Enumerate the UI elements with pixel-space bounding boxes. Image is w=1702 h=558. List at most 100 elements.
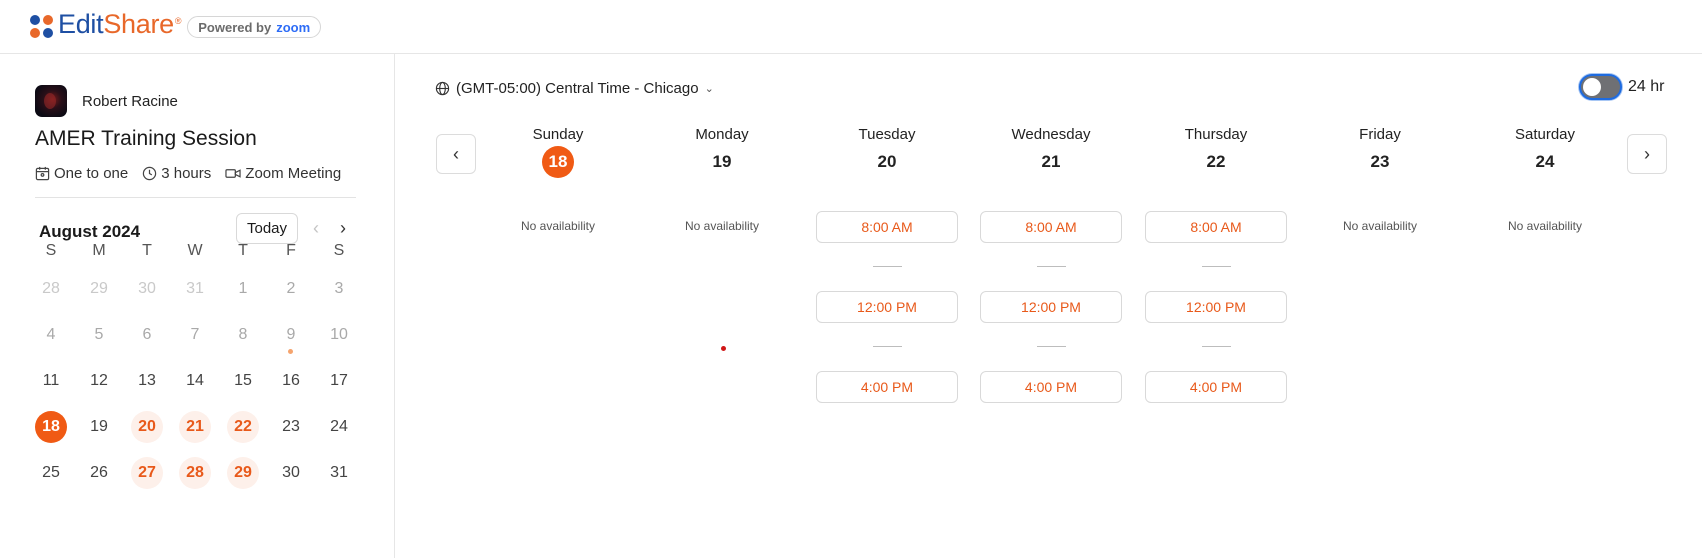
calendar-day[interactable]: 26: [75, 450, 123, 496]
calendar-day: 4: [46, 326, 56, 343]
calendar-day-available[interactable]: 22: [219, 404, 267, 450]
calendar-day[interactable]: 11: [27, 358, 75, 404]
day-number: 24: [1535, 152, 1555, 171]
calendar-day: 7: [190, 326, 200, 343]
day-name: Friday: [1359, 126, 1401, 143]
slot-separator: [873, 346, 902, 347]
time-slot-button[interactable]: 12:00 PM: [980, 291, 1122, 323]
day-name: Tuesday: [858, 126, 916, 143]
weekday-header: S: [333, 242, 345, 259]
clock-icon: [143, 166, 157, 181]
slot-separator: [1202, 346, 1231, 347]
calendar-day[interactable]: 24: [315, 404, 363, 450]
slot-separator: [1202, 266, 1231, 267]
event-details-panel: Robert Racine AMER Training Session One …: [0, 54, 395, 558]
timezone-selector[interactable]: (GMT-05:00) Central Time - Chicago ⌄: [435, 80, 714, 97]
calendar-day[interactable]: 17: [315, 358, 363, 404]
calendar-day[interactable]: 23: [267, 404, 315, 450]
weekday-header: F: [286, 242, 296, 259]
time-slot-button[interactable]: 12:00 PM: [1145, 291, 1287, 323]
chevron-right-icon: ›: [1644, 143, 1650, 164]
chevron-left-icon: ‹: [453, 143, 459, 164]
day-number-selected: 18: [542, 146, 574, 178]
24hr-label: 24 hr: [1628, 78, 1665, 95]
calendar-day[interactable]: 25: [27, 450, 75, 496]
calendar-day-available[interactable]: 29: [219, 450, 267, 496]
calendar-day-available[interactable]: 27: [123, 450, 171, 496]
calendar-day[interactable]: 13: [123, 358, 171, 404]
day-number: 21: [1041, 152, 1061, 171]
slot-separator: [1037, 346, 1066, 347]
day-column-sunday: Sunday 18: [487, 126, 629, 178]
calendar-user-icon: [35, 166, 50, 181]
time-slot-button[interactable]: 8:00 AM: [1145, 211, 1287, 243]
calendar-week-row: 28 29 30 31 1 2 3: [27, 266, 365, 312]
previous-week-button[interactable]: ‹: [436, 134, 476, 174]
calendar-day: 6: [142, 326, 152, 343]
calendar-day[interactable]: 14: [171, 358, 219, 404]
editshare-logo[interactable]: EditShare® Powered by zoom: [30, 9, 322, 42]
weekday-header: T: [238, 242, 248, 259]
calendar-week-row: 18 19 20 21 22 23 24: [27, 404, 365, 450]
calendar-day: 30: [138, 280, 156, 297]
day-column-tuesday: Tuesday 20: [816, 126, 958, 177]
day-name: Wednesday: [1011, 126, 1091, 143]
day-number: 22: [1206, 152, 1226, 171]
meeting-type: One to one: [35, 165, 128, 182]
host-info: Robert Racine: [35, 85, 178, 117]
weekday-header: W: [187, 242, 203, 259]
calendar-day-selected[interactable]: 18: [27, 404, 75, 450]
chevron-down-icon: ⌄: [704, 83, 714, 95]
24hr-toggle[interactable]: [1579, 74, 1622, 100]
calendar-day: 29: [90, 280, 108, 297]
host-avatar: [35, 85, 67, 117]
weekday-header: S: [45, 242, 57, 259]
day-number: 20: [877, 152, 897, 171]
no-availability-text: No availability: [684, 219, 760, 233]
next-week-button[interactable]: ›: [1627, 134, 1667, 174]
calendar-day-available[interactable]: 20: [123, 404, 171, 450]
day-column-monday: Monday 19: [651, 126, 793, 177]
mini-calendar-grid: S M T W T F S 28 29 30 31 1 2 3 4 5 6 7 …: [27, 236, 365, 496]
calendar-day: 5: [94, 326, 104, 343]
cursor-marker: [721, 346, 726, 351]
no-availability-text: No availability: [1507, 219, 1583, 233]
calendar-day[interactable]: 15: [219, 358, 267, 404]
powered-by-zoom-badge: Powered by zoom: [187, 16, 322, 38]
meeting-duration: 3 hours: [142, 165, 211, 182]
calendar-day: 10: [330, 326, 348, 343]
calendar-day-available[interactable]: 28: [171, 450, 219, 496]
time-slot-button[interactable]: 8:00 AM: [980, 211, 1122, 243]
today-dot: [288, 349, 293, 354]
toggle-knob: [1583, 78, 1601, 96]
calendar-week-row: 25 26 27 28 29 30 31: [27, 450, 365, 496]
time-slot-button[interactable]: 4:00 PM: [1145, 371, 1287, 403]
weekday-header: M: [92, 242, 106, 259]
calendar-day: 8: [238, 326, 248, 343]
calendar-day-available[interactable]: 21: [171, 404, 219, 450]
slot-separator: [873, 266, 902, 267]
details-divider: [35, 197, 356, 198]
calendar-day[interactable]: 16: [267, 358, 315, 404]
video-camera-icon: [225, 169, 241, 178]
time-slot-button[interactable]: 4:00 PM: [980, 371, 1122, 403]
logo-wordmark: EditShare®: [58, 9, 182, 39]
editshare-logo-mark-icon: [30, 15, 54, 39]
calendar-day[interactable]: 31: [315, 450, 363, 496]
top-header: EditShare® Powered by zoom: [0, 0, 1702, 54]
calendar-day[interactable]: 12: [75, 358, 123, 404]
calendar-day[interactable]: 19: [75, 404, 123, 450]
event-meta: One to one 3 hours Zoom Meeting: [35, 165, 355, 182]
day-name: Saturday: [1514, 126, 1576, 143]
calendar-day: 3: [334, 280, 344, 297]
time-slot-button[interactable]: 4:00 PM: [816, 371, 958, 403]
time-slot-button[interactable]: 12:00 PM: [816, 291, 958, 323]
calendar-week-row: 11 12 13 14 15 16 17: [27, 358, 365, 404]
day-column-friday: Friday 23: [1309, 126, 1451, 177]
day-name: Sunday: [532, 126, 584, 143]
globe-icon: [435, 81, 450, 96]
calendar-day[interactable]: 30: [267, 450, 315, 496]
weekday-header: T: [142, 242, 152, 259]
time-slot-button[interactable]: 8:00 AM: [816, 211, 958, 243]
calendar-week-row: 4 5 6 7 8 9 10: [27, 312, 365, 358]
